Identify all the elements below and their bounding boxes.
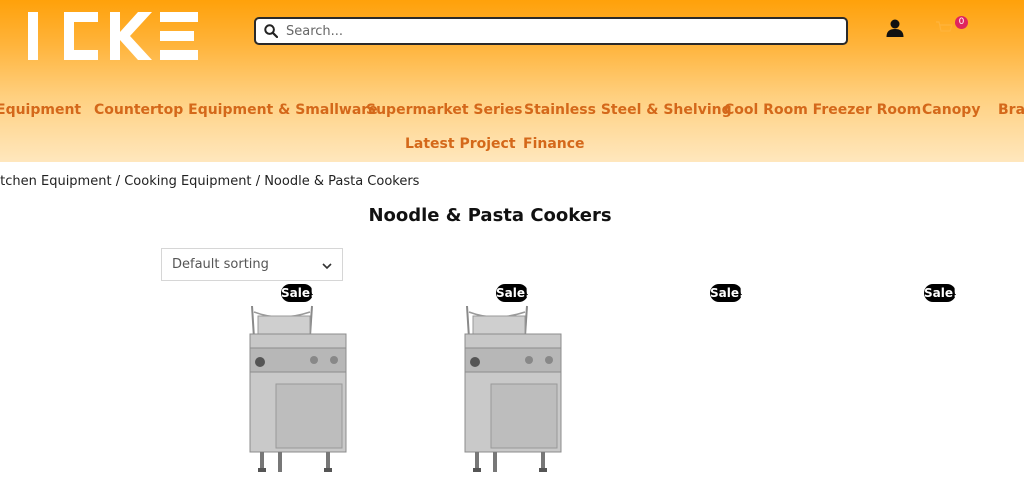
breadcrumb: Kitchen Equipment / Cooking Equipment / …	[0, 174, 600, 192]
cart-icon[interactable]	[935, 20, 953, 36]
nav-item-latest-project[interactable]: Latest Project	[405, 136, 516, 152]
sorting-selected-value: Default sorting	[172, 257, 269, 272]
page-title: Noodle & Pasta Cookers	[368, 205, 612, 226]
breadcrumb-item-cooking[interactable]: Cooking Equipment	[124, 174, 251, 189]
search-icon[interactable]	[256, 24, 286, 38]
nav-item-cool-room[interactable]: Cool Room Freezer Room	[724, 102, 921, 118]
search-input[interactable]	[286, 20, 826, 42]
chevron-down-icon	[322, 260, 332, 270]
cart-count-badge: 0	[955, 16, 968, 29]
nav-item-stainless-steel[interactable]: Stainless Steel & Shelving	[524, 102, 732, 118]
sorting-select[interactable]: Default sorting	[161, 248, 343, 281]
main-nav-row-2: Latest Project Finance	[0, 134, 1024, 158]
user-icon[interactable]	[885, 18, 905, 38]
site-logo[interactable]	[24, 10, 200, 62]
nav-item-supermarket[interactable]: Supermarket Series	[366, 102, 523, 118]
sale-badge: Sale!	[924, 284, 959, 302]
nav-item-canopy[interactable]: Canopy	[922, 102, 980, 118]
search-bar[interactable]	[254, 17, 848, 45]
cart-button[interactable]: 0	[935, 16, 969, 38]
product-image[interactable]	[240, 300, 350, 476]
nav-item-countertop[interactable]: Countertop Equipment & Smallware	[94, 102, 378, 118]
sale-badge: Sale!	[710, 284, 745, 302]
main-nav-row-1: Equipment Countertop Equipment & Smallwa…	[0, 100, 1024, 124]
site-header: 0 Equipment Countertop Equipment & Small…	[0, 0, 1024, 162]
nav-item-finance[interactable]: Finance	[523, 136, 585, 152]
breadcrumb-item-kitchen[interactable]: Kitchen Equipment	[0, 174, 112, 189]
breadcrumb-item-current: Noodle & Pasta Cookers	[264, 174, 420, 189]
breadcrumb-separator: /	[255, 174, 265, 189]
product-image[interactable]	[455, 300, 565, 476]
breadcrumb-separator: /	[115, 174, 125, 189]
nav-item-brands[interactable]: Bra	[998, 102, 1024, 118]
nav-item-equipment[interactable]: Equipment	[0, 102, 81, 118]
